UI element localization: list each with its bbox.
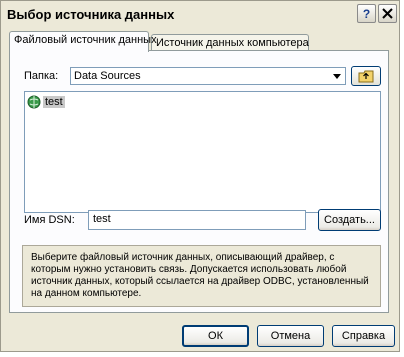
dsn-file-list[interactable]: test <box>24 91 381 213</box>
ok-button[interactable]: ОК <box>182 325 249 347</box>
help-title-button[interactable]: ? <box>357 4 376 23</box>
dialog-window: Выбор источника данных ? Файловый источн… <box>0 0 400 352</box>
close-icon <box>382 8 393 19</box>
create-button[interactable]: Создать... <box>318 209 381 231</box>
cancel-button[interactable]: Отмена <box>257 325 324 347</box>
window-title: Выбор источника данных <box>7 7 175 22</box>
folder-value: Data Sources <box>74 70 141 82</box>
dsn-name-label: Имя DSN: <box>24 214 75 226</box>
tab-machine-dsn[interactable]: Источник данных компьютера <box>151 34 309 51</box>
tab-file-dsn[interactable]: Файловый источник данных <box>9 31 157 52</box>
dsn-file-icon <box>27 95 41 109</box>
help-button[interactable]: Справка <box>332 325 395 347</box>
folder-select[interactable]: Data Sources <box>70 67 346 85</box>
close-button[interactable] <box>378 4 397 23</box>
folder-up-icon <box>358 70 374 82</box>
dsn-name-input[interactable]: test <box>88 210 306 230</box>
up-one-level-button[interactable] <box>351 66 381 86</box>
chevron-down-icon <box>333 73 341 79</box>
question-icon: ? <box>362 6 371 21</box>
list-item[interactable]: test <box>27 94 65 110</box>
dropdown-arrow-button[interactable] <box>330 69 344 83</box>
description-text: Выберите файловый источник данных, описы… <box>22 245 381 307</box>
folder-label: Папка: <box>24 70 59 82</box>
list-item-label: test <box>43 96 65 108</box>
tab-panel: Папка: Data Sources test Имя DSN: test С… <box>9 50 389 313</box>
